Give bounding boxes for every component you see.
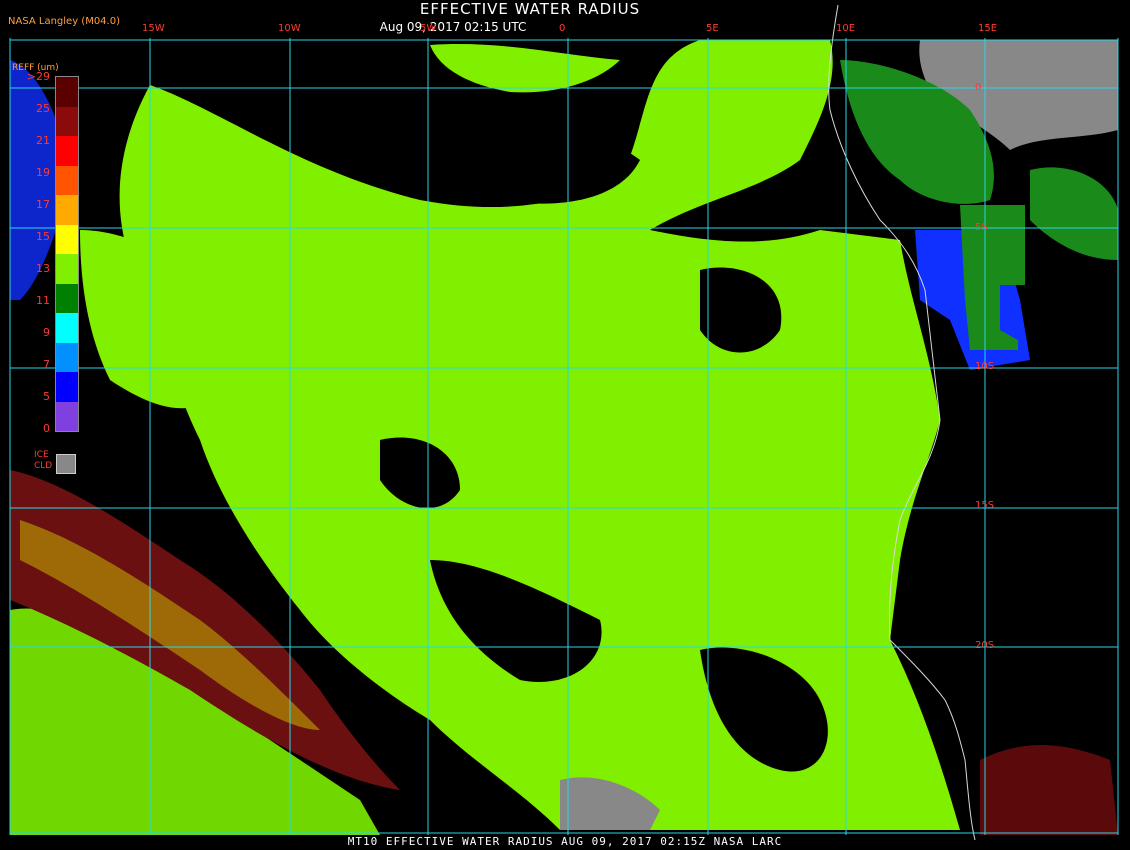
satellite-map-view: EFFECTIVE WATER RADIUS Aug 09, 2017 02:1… — [0, 0, 1130, 850]
lon-label-10e: 10E — [836, 23, 856, 34]
legend-tick-6: 13 — [36, 262, 50, 275]
lat-label-5s: 5S — [975, 222, 988, 233]
legend-tick-4: 17 — [36, 198, 50, 211]
red-cloud-patch-southeast — [980, 745, 1118, 835]
ice-label-line2: CLD — [34, 461, 53, 471]
footer-caption: MT10 EFFECTIVE WATER RADIUS AUG 09, 2017… — [347, 835, 783, 848]
legend-tick-3: 19 — [36, 166, 50, 179]
lon-label-15w: 15W — [142, 23, 165, 34]
cloud-imagery-map — [9, 4, 1119, 841]
legend-tick-8: 9 — [43, 326, 50, 339]
legend-tick-11: 0 — [43, 422, 50, 435]
lat-label-0: 0 — [975, 82, 982, 93]
color-legend: REFF (um) >29 25 21 19 17 15 13 11 9 7 5 0 ICE CLD — [6, 58, 80, 478]
legend-tick-1: 25 — [36, 102, 50, 115]
ice-cloud-swatch — [56, 454, 76, 474]
green-dark-patch-east — [1030, 167, 1118, 260]
lon-label-5w: 5W — [420, 23, 437, 34]
lon-label-5e: 5E — [706, 23, 719, 34]
lon-label-0: 0 — [559, 23, 566, 34]
legend-tick-5: 15 — [36, 230, 50, 243]
ice-cloud-label: ICE CLD — [34, 450, 52, 472]
lat-label-10s: 10S — [975, 361, 995, 372]
lat-label-20s: 20S — [975, 640, 995, 651]
cloud-strip-top — [430, 43, 620, 93]
legend-tick-7: 11 — [36, 294, 50, 307]
lon-label-10w: 10W — [278, 23, 301, 34]
map-title: EFFECTIVE WATER RADIUS — [419, 0, 641, 18]
legend-tick-2: 21 — [36, 134, 50, 147]
credit-label: NASA Langley (M04.0) — [8, 16, 120, 27]
legend-tick-9: 7 — [43, 358, 50, 371]
lon-label-15e: 15E — [978, 23, 998, 34]
lat-label-15s: 15S — [975, 500, 995, 511]
legend-tick-10: 5 — [43, 390, 50, 403]
ice-label-line1: ICE — [34, 450, 49, 460]
legend-frame — [55, 76, 79, 432]
legend-tick-0: >29 — [26, 70, 50, 83]
